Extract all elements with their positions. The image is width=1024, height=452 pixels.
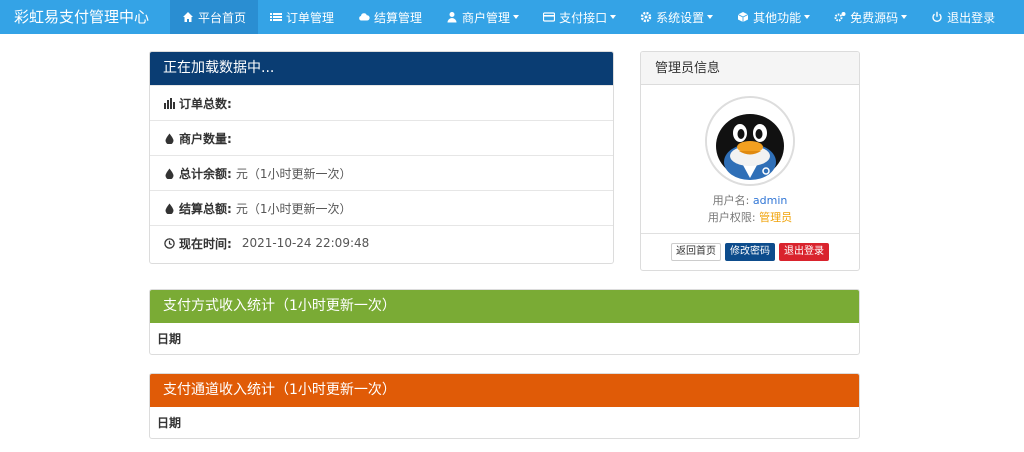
nav-item-logout[interactable]: 退出登录 <box>919 0 1007 34</box>
drop-icon <box>164 168 175 179</box>
role-value: 管理员 <box>759 211 793 224</box>
chevron-down-icon <box>804 15 811 19</box>
chevron-down-icon <box>707 15 714 19</box>
cloud-icon <box>358 11 370 23</box>
chevron-down-icon <box>513 15 520 19</box>
stat-label: 现在时间: <box>179 236 232 251</box>
admin-panel-heading: 管理员信息 <box>641 52 859 85</box>
column-date: 日期 <box>157 416 182 430</box>
nav-item-label: 商户管理 <box>462 10 511 25</box>
nav-item-label: 支付接口 <box>559 10 608 25</box>
stat-row-current-time: 现在时间: 2021-10-24 22:09:48 <box>150 225 613 260</box>
column-date: 日期 <box>157 332 182 346</box>
nav-item-label: 平台首页 <box>198 10 247 25</box>
nav-item-merchants[interactable]: 商户管理 <box>434 0 531 34</box>
power-icon <box>931 11 943 23</box>
nav-item-label: 订单管理 <box>286 10 335 25</box>
nav-item-label: 系统设置 <box>656 10 705 25</box>
stat-value: 元（1小时更新一次） <box>235 201 352 216</box>
stat-row-order-count: 订单总数: <box>150 85 613 120</box>
nav-item-label: 免费源码 <box>850 10 899 25</box>
chevron-down-icon <box>901 15 908 19</box>
table-header-row: 日期 <box>150 323 859 354</box>
nav-item-system-settings[interactable]: 系统设置 <box>628 0 725 34</box>
current-time-value: 2021-10-24 22:09:48 <box>241 236 370 250</box>
stat-label: 订单总数: <box>179 96 232 111</box>
admin-info-panel: 管理员信息 用户名: admin 用户权限: 管理员 返回首页 修改密码 退出登… <box>640 51 860 271</box>
nav-item-payment-api[interactable]: 支付接口 <box>531 0 628 34</box>
nav-item-other-functions[interactable]: 其他功能 <box>725 0 822 34</box>
username-label: 用户名: <box>712 194 750 207</box>
user-icon <box>446 11 458 23</box>
drop-icon <box>164 133 175 144</box>
nav-item-label: 退出登录 <box>947 10 996 25</box>
nav-item-settlement[interactable]: 结算管理 <box>346 0 434 34</box>
home-icon <box>182 11 194 23</box>
chevron-down-icon <box>610 15 617 19</box>
stat-label: 总计余额: <box>179 166 232 181</box>
stat-label: 商户数量: <box>179 131 232 146</box>
nav-item-free-source[interactable]: 免费源码 <box>822 0 919 34</box>
list-icon <box>270 11 283 23</box>
nav-item-label: 其他功能 <box>753 10 802 25</box>
stats-panel-heading: 正在加载数据中... <box>150 52 613 85</box>
credit-card-icon <box>542 11 556 23</box>
stat-row-merchant-count: 商户数量: <box>150 120 613 155</box>
payment-method-heading: 支付方式收入统计（1小时更新一次） <box>150 290 859 323</box>
stat-row-settlement-total: 结算总额: 元（1小时更新一次） <box>150 190 613 225</box>
back-home-button[interactable]: 返回首页 <box>671 243 721 261</box>
avatar <box>705 96 795 186</box>
payment-channel-heading: 支付通道收入统计（1小时更新一次） <box>150 374 859 407</box>
username-line: 用户名: admin <box>641 192 859 208</box>
nav-item-home[interactable]: 平台首页 <box>170 0 259 34</box>
table-header-row: 日期 <box>150 407 859 438</box>
stats-panel: 正在加载数据中... 订单总数: 商户数量: 总计余额: 元（1小时更新一次） … <box>149 51 614 264</box>
brand-title[interactable]: 彩虹易支付管理中心 <box>0 0 170 34</box>
gears-icon <box>834 11 846 23</box>
gear-icon <box>640 11 652 23</box>
stat-label: 结算总额: <box>179 201 232 216</box>
role-label: 用户权限: <box>707 211 756 224</box>
payment-channel-stats-panel: 支付通道收入统计（1小时更新一次） 日期 <box>149 373 860 439</box>
nav-item-orders[interactable]: 订单管理 <box>258 0 346 34</box>
payment-method-stats-panel: 支付方式收入统计（1小时更新一次） 日期 <box>149 289 860 355</box>
drop-icon <box>164 203 175 214</box>
nav-item-label: 结算管理 <box>374 10 423 25</box>
top-navbar: 彩虹易支付管理中心 平台首页 订单管理 结算管理 商户管理 支付接口 系统设置 … <box>0 0 1024 34</box>
logout-button[interactable]: 退出登录 <box>779 243 829 261</box>
admin-actions: 返回首页 修改密码 退出登录 <box>641 233 859 270</box>
role-line: 用户权限: 管理员 <box>641 209 859 225</box>
stat-row-total-balance: 总计余额: 元（1小时更新一次） <box>150 155 613 190</box>
username-value: admin <box>752 194 788 207</box>
cube-icon <box>737 11 749 23</box>
clock-icon <box>164 237 175 249</box>
change-password-button[interactable]: 修改密码 <box>725 243 775 261</box>
bar-chart-icon <box>164 97 175 109</box>
stat-value: 元（1小时更新一次） <box>235 166 352 181</box>
